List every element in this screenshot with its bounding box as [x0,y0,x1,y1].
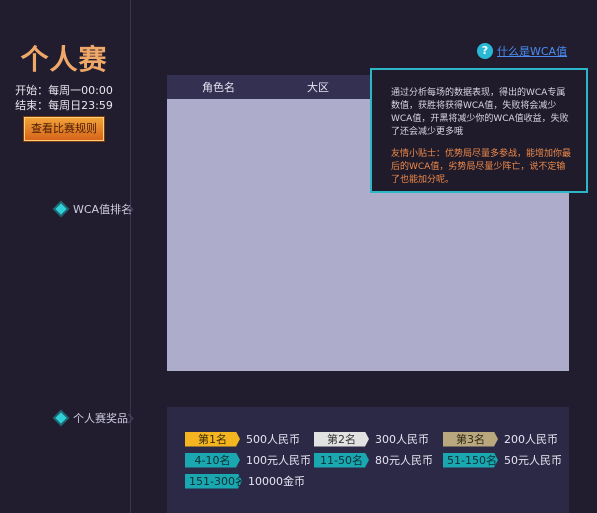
nav-item-prizes[interactable]: 个人赛奖品 [55,410,128,426]
page-title: 个人赛 [20,43,108,76]
sidebar-divider [130,0,131,513]
prize-reward: 200人民币 [504,433,558,446]
rank-badge: 第3名 [443,432,498,447]
prize-reward: 10000金币 [248,475,305,488]
prize-item: 第1名 500人民币 [185,431,300,447]
rank-badge: 11-50名 [314,453,369,468]
nav-item-wca-ranking[interactable]: WCA值排名 [55,201,132,217]
rank-badge: 4-10名 [185,453,240,468]
rank-badge: 第1名 [185,432,240,447]
prize-reward: 100元人民币 [246,454,311,467]
what-is-wca-label: 什么是WCA值 [497,45,568,58]
prize-reward: 500人民币 [246,433,300,446]
prize-reward: 50元人民币 [504,454,562,467]
diamond-icon [55,412,67,424]
what-is-wca-link[interactable]: ? 什么是WCA值 [477,43,567,59]
help-icon: ? [477,43,493,59]
rank-badge: 第2名 [314,432,369,447]
tooltip-tip: 友情小贴士：优势局尽量多参战，能增加你最后的WCA值，劣势局尽量少阵亡，说不定输… [391,149,572,185]
end-time: 结束：每周日23:59 [15,99,113,112]
column-header-role: 角色名 [202,81,235,94]
view-rules-button[interactable]: 查看比赛规则 [24,117,104,141]
prize-item: 51-150名 50元人民币 [443,452,562,468]
wca-tooltip: 通过分析每场的数据表现，得出的WCA专属数值，获胜将获得WCA值，失败将会减少W… [370,68,588,193]
prize-panel: 第1名 500人民币 第2名 300人民币 第3名 200人民币 4-10名 1… [167,407,569,513]
column-header-region: 大区 [307,81,329,94]
start-time: 开始：每周一00:00 [15,84,113,97]
prize-item: 151-300名 10000金币 [185,473,305,489]
prize-item: 第3名 200人民币 [443,431,558,447]
diamond-icon [55,203,67,215]
tooltip-description: 通过分析每场的数据表现，得出的WCA专属数值，获胜将获得WCA值，失败将会减少W… [391,88,569,137]
nav-item-label: 个人赛奖品 [73,412,128,425]
prize-reward: 300人民币 [375,433,429,446]
prize-item: 4-10名 100元人民币 [185,452,311,468]
prize-item: 第2名 300人民币 [314,431,429,447]
prize-reward: 80元人民币 [375,454,433,467]
rank-badge: 151-300名 [185,474,242,489]
rank-badge: 51-150名 [443,453,498,468]
prize-item: 11-50名 80元人民币 [314,452,433,468]
